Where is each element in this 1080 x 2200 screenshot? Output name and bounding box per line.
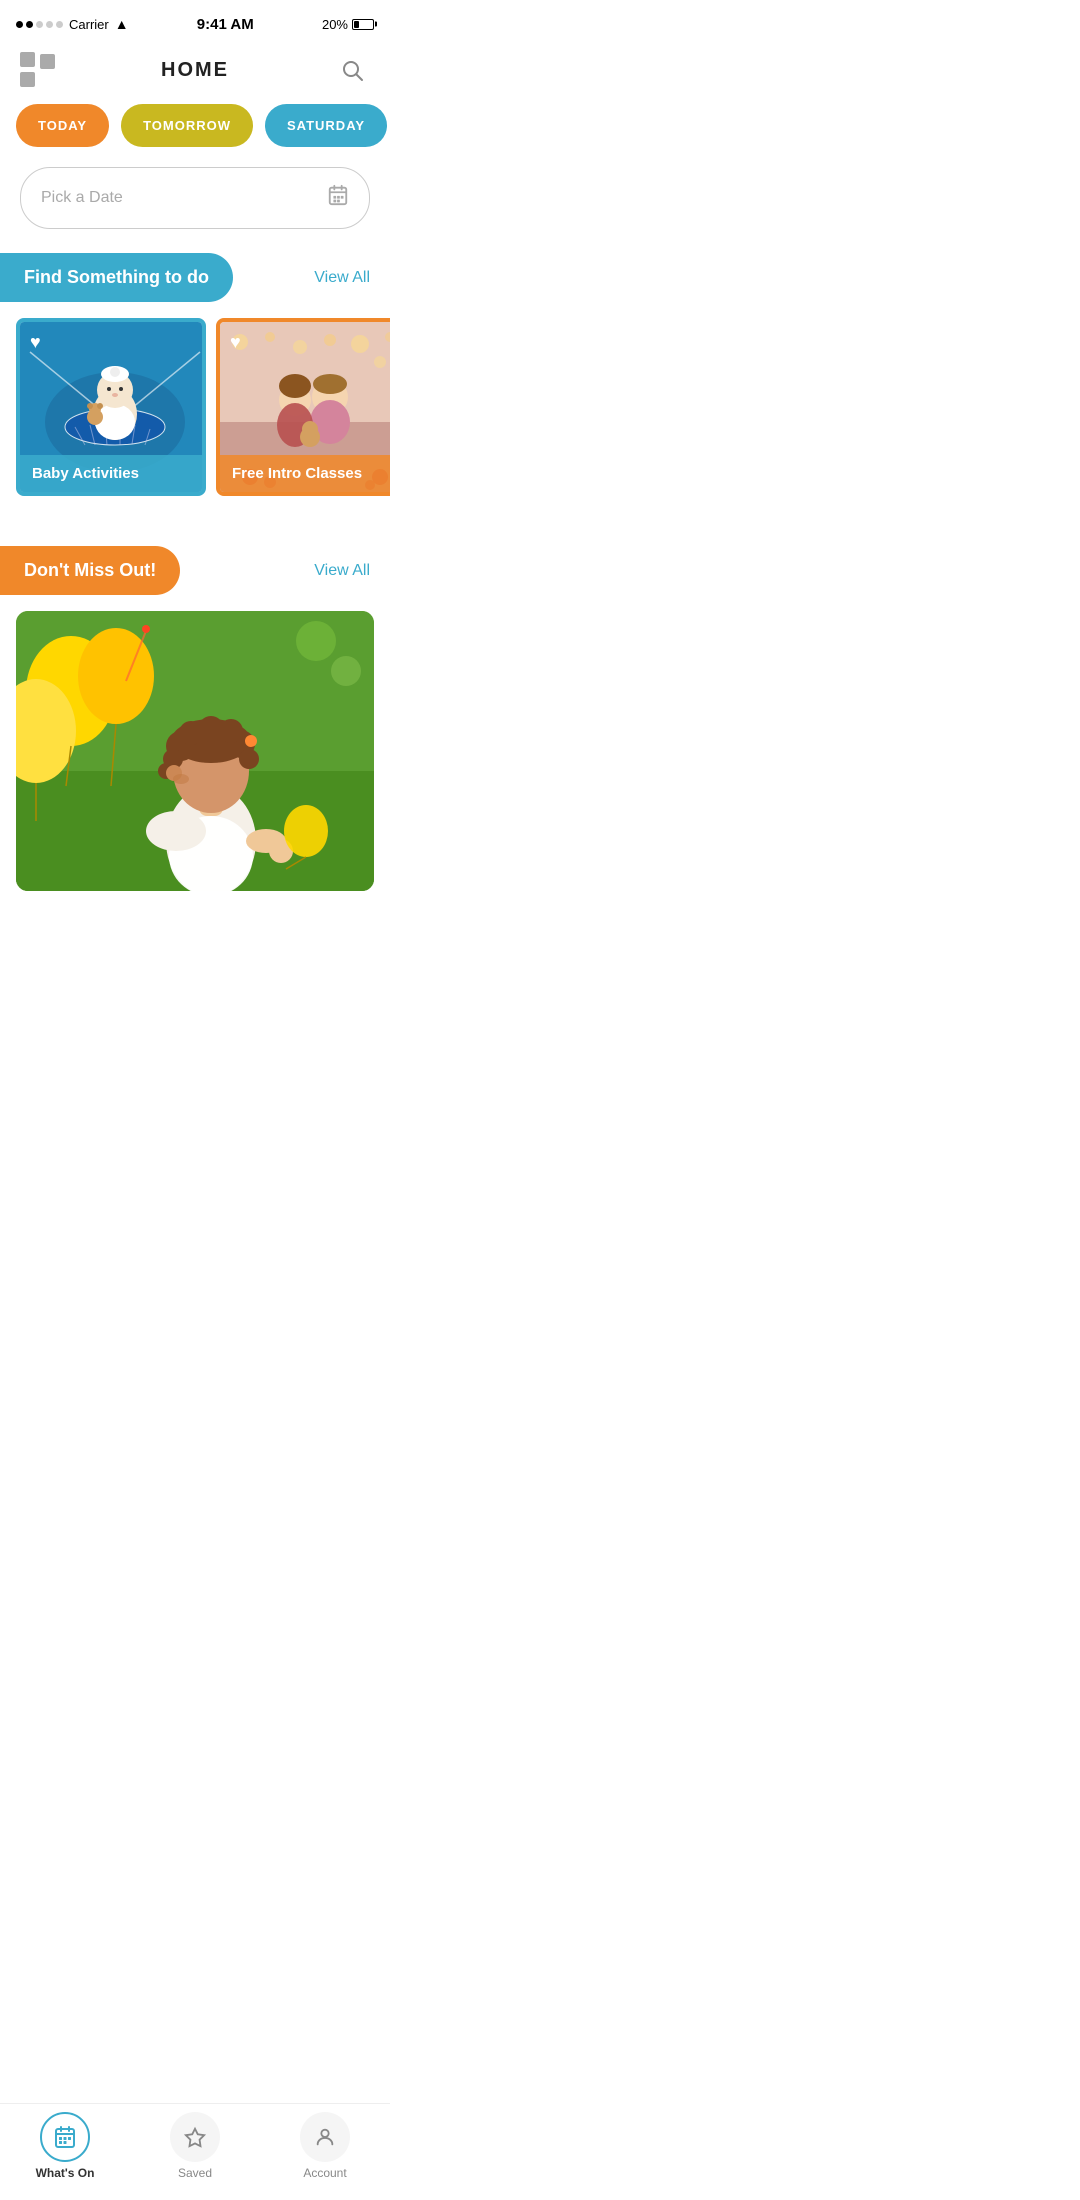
- logo-icon: [20, 52, 56, 88]
- signal-dot-3: [36, 21, 43, 28]
- battery-icon: [352, 19, 374, 30]
- search-icon: [340, 58, 364, 82]
- calendar-icon: [327, 184, 349, 212]
- featured-illustration: [16, 611, 374, 891]
- featured-image: [16, 611, 374, 891]
- card-label-baby: Baby Activities: [20, 455, 202, 492]
- dont-miss-header: Don't Miss Out! View All: [0, 546, 390, 611]
- nav-label-account: Account: [303, 2166, 346, 2180]
- activity-cards-row: ♥ Baby Activities: [0, 318, 390, 526]
- signal-dot-4: [46, 21, 53, 28]
- status-right: 20%: [322, 17, 374, 32]
- nav-item-saved[interactable]: Saved: [165, 2112, 225, 2180]
- logo-sq1: [20, 52, 35, 67]
- battery-fill: [354, 21, 359, 28]
- nav-label-whats-on: What's On: [36, 2166, 95, 2180]
- nav-label-saved: Saved: [178, 2166, 212, 2180]
- date-pills-row: TODAY TOMORROW SATURDAY SUNDAY: [0, 104, 390, 167]
- card-free-intro[interactable]: ♥ Free Intro Classes: [216, 318, 390, 496]
- account-icon: [300, 2112, 350, 2162]
- find-section: Find Something to do View All: [0, 253, 390, 526]
- date-picker-wrapper: Pick a Date: [0, 167, 390, 253]
- find-section-title: Find Something to do: [0, 253, 233, 302]
- find-view-all-link[interactable]: View All: [314, 269, 390, 287]
- status-bar: Carrier ▲ 9:41 AM 20%: [0, 0, 390, 44]
- bottom-nav: What's On Saved Account: [0, 2103, 390, 2200]
- featured-image-wrapper[interactable]: [16, 611, 374, 891]
- pill-today[interactable]: TODAY: [16, 104, 109, 147]
- dont-miss-view-all[interactable]: View All: [314, 562, 390, 580]
- whats-on-icon: [40, 2112, 90, 2162]
- signal-dots: [16, 21, 63, 28]
- dont-miss-title: Don't Miss Out!: [0, 546, 180, 595]
- signal-dot-5: [56, 21, 63, 28]
- nav-item-whats-on[interactable]: What's On: [35, 2112, 95, 2180]
- date-picker-input[interactable]: Pick a Date: [20, 167, 370, 229]
- logo-sq3: [20, 72, 35, 87]
- status-time: 9:41 AM: [197, 16, 254, 33]
- header: HOME: [0, 44, 390, 104]
- heart-icon-baby[interactable]: ♥: [30, 332, 41, 353]
- dont-miss-section: Don't Miss Out! View All: [0, 546, 390, 891]
- logo-sq2: [40, 54, 55, 69]
- page-title: HOME: [161, 59, 229, 82]
- wifi-icon: ▲: [115, 16, 129, 32]
- status-left: Carrier ▲: [16, 16, 129, 32]
- pill-saturday[interactable]: SATURDAY: [265, 104, 387, 147]
- search-button[interactable]: [334, 52, 370, 88]
- signal-dot-2: [26, 21, 33, 28]
- card-baby-activities[interactable]: ♥ Baby Activities: [16, 318, 206, 496]
- saved-icon: [170, 2112, 220, 2162]
- date-picker-placeholder: Pick a Date: [41, 189, 123, 207]
- heart-icon-classes[interactable]: ♥: [230, 332, 241, 353]
- nav-item-account[interactable]: Account: [295, 2112, 355, 2180]
- battery-percent: 20%: [322, 17, 348, 32]
- pill-tomorrow[interactable]: TOMORROW: [121, 104, 253, 147]
- logo-sq4: [40, 72, 57, 89]
- card-label-classes: Free Intro Classes: [220, 455, 390, 492]
- carrier-label: Carrier: [69, 17, 109, 32]
- find-section-header: Find Something to do View All: [0, 253, 390, 318]
- signal-dot-1: [16, 21, 23, 28]
